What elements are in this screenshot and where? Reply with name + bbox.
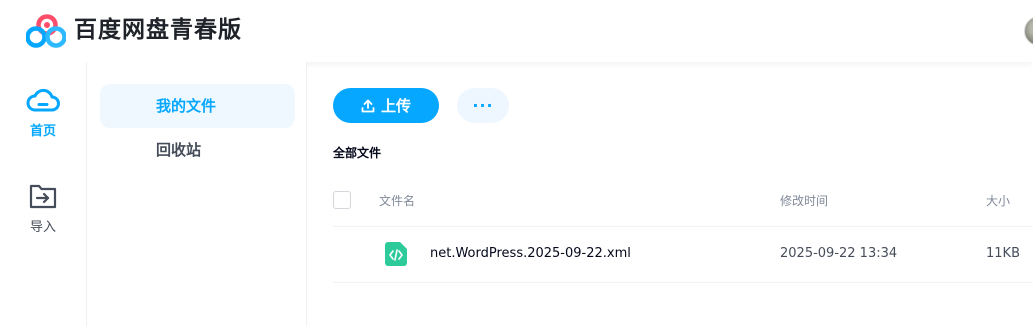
sidebar: 我的文件 回收站 xyxy=(87,62,307,326)
select-all-checkbox[interactable] xyxy=(333,191,351,209)
main-content: 上传 ··· 全部文件 文件名 修改时间 大小 net.WordPress.20… xyxy=(307,62,1033,326)
app-header: 百度网盘青春版 xyxy=(0,0,1033,62)
rail-item-home[interactable]: 首页 xyxy=(0,86,86,139)
upload-button[interactable]: 上传 xyxy=(333,88,439,123)
nav-rail: 首页 导入 xyxy=(0,62,87,326)
file-modified-time: 2025-09-22 13:34 xyxy=(780,246,898,261)
sidebar-item-recycle-bin[interactable]: 回收站 xyxy=(100,128,295,172)
column-header-size[interactable]: 大小 xyxy=(986,192,1010,209)
app-title: 百度网盘青春版 xyxy=(74,17,242,43)
upload-label: 上传 xyxy=(380,97,411,115)
more-button[interactable]: ··· xyxy=(457,88,509,123)
user-avatar[interactable] xyxy=(1024,16,1033,46)
rail-item-import[interactable]: 导入 xyxy=(0,182,86,235)
code-file-icon xyxy=(385,242,407,266)
table-header: 文件名 修改时间 大小 xyxy=(333,178,1033,227)
table-row[interactable]: net.WordPress.2025-09-22.xml 2025-09-22 … xyxy=(333,226,1033,283)
column-header-modified[interactable]: 修改时间 xyxy=(780,192,828,209)
more-icon: ··· xyxy=(472,96,494,115)
cloud-icon xyxy=(26,88,60,112)
import-icon xyxy=(29,184,57,209)
breadcrumb: 全部文件 xyxy=(333,146,382,160)
file-name[interactable]: net.WordPress.2025-09-22.xml xyxy=(430,246,631,261)
file-size: 11KB xyxy=(986,246,1020,261)
rail-label-home: 首页 xyxy=(29,124,56,139)
column-header-name[interactable]: 文件名 xyxy=(379,192,415,209)
baidu-netdisk-logo xyxy=(26,14,66,48)
sidebar-item-my-files[interactable]: 我的文件 xyxy=(100,84,295,128)
rail-label-import: 导入 xyxy=(29,220,56,235)
upload-icon xyxy=(361,99,375,112)
